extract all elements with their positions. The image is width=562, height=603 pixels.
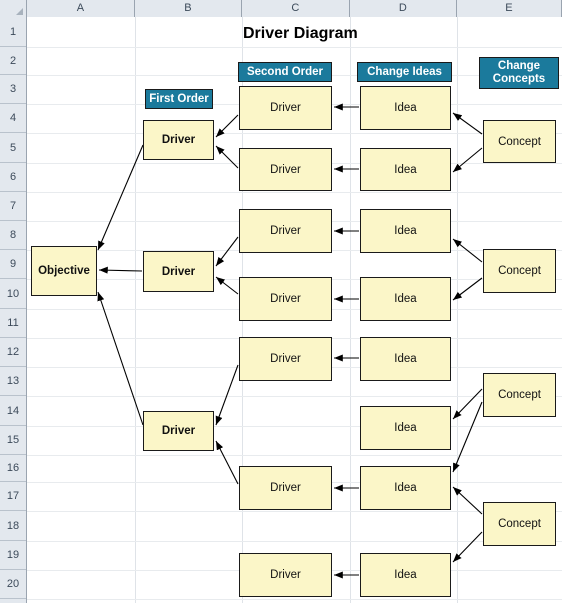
connector-c4-to-i8 [452, 531, 483, 563]
connector-s3-to-d2 [215, 236, 239, 267]
diagram-node-i7[interactable]: Idea [360, 466, 451, 510]
tier-header-change-concepts[interactable]: Change Concepts [479, 57, 559, 89]
connector-s5-to-d3 [215, 364, 239, 426]
diagram-node-c2[interactable]: Concept [483, 249, 556, 293]
driver-diagram: Driver Diagram First Order Second Order Ch… [0, 0, 562, 603]
connector-c4-to-i7 [452, 486, 483, 515]
diagram-node-d1[interactable]: Driver [143, 120, 214, 160]
spreadsheet-window: ABCDE 1 2 3 4 5 6 7 8 9 10 11 12 13 14 15 16 17 18 19 20 Dr… [0, 0, 562, 603]
diagram-node-s1[interactable]: Driver [239, 86, 332, 130]
diagram-node-d2[interactable]: Driver [143, 251, 214, 292]
connector-c3-to-i6 [452, 388, 483, 420]
connector-s1-to-d1 [215, 114, 239, 138]
diagram-node-s6[interactable]: Driver [239, 466, 332, 510]
connector-d1-to-objective [97, 144, 144, 251]
connector-c1-to-i2 [452, 147, 483, 173]
diagram-node-c1[interactable]: Concept [483, 120, 556, 163]
connector-c2-to-i3 [452, 238, 483, 263]
diagram-node-i4[interactable]: Idea [360, 277, 451, 321]
diagram-node-i5[interactable]: Idea [360, 337, 451, 381]
diagram-node-d3[interactable]: Driver [143, 411, 214, 451]
connector-c3-to-i7 [452, 401, 483, 473]
connector-c2-to-i4 [452, 277, 483, 301]
diagram-node-i6[interactable]: Idea [360, 406, 451, 450]
diagram-node-s7[interactable]: Driver [239, 553, 332, 597]
tier-header-second-order[interactable]: Second Order [238, 62, 332, 82]
connector-d2-to-objective [98, 266, 143, 274]
diagram-node-i1[interactable]: Idea [360, 86, 451, 130]
diagram-node-i3[interactable]: Idea [360, 209, 451, 253]
diagram-node-objective[interactable]: Objective [31, 246, 97, 296]
connector-s4-to-d2 [215, 276, 239, 295]
connector-s2-to-d1 [215, 145, 239, 169]
diagram-node-s4[interactable]: Driver [239, 277, 332, 321]
diagram-node-s2[interactable]: Driver [239, 148, 332, 191]
diagram-node-c3[interactable]: Concept [483, 373, 556, 417]
connector-s6-to-d3 [215, 440, 239, 485]
diagram-node-s3[interactable]: Driver [239, 209, 332, 253]
connector-c1-to-i1 [452, 112, 483, 135]
connector-d3-to-objective [97, 291, 144, 426]
diagram-node-s5[interactable]: Driver [239, 337, 332, 381]
diagram-node-i2[interactable]: Idea [360, 148, 451, 191]
diagram-node-i8[interactable]: Idea [360, 553, 451, 597]
diagram-node-c4[interactable]: Concept [483, 502, 556, 546]
tier-header-first-order[interactable]: First Order [145, 89, 213, 109]
tier-header-change-ideas[interactable]: Change Ideas [357, 62, 452, 82]
